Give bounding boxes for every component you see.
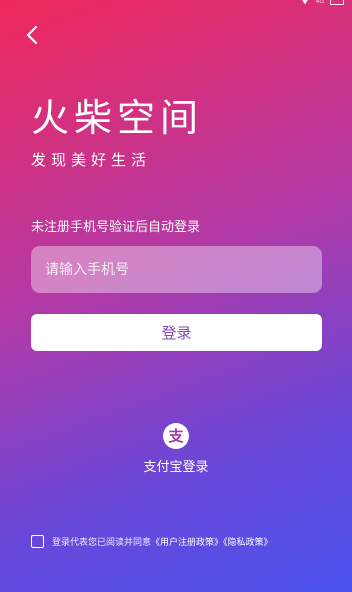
app-title: 火柴空间 <box>31 96 204 140</box>
network-label: 4G <box>315 0 324 5</box>
agreement-row: 登录代表您已阅读并同意《用户注册政策》《隐私政策》 <box>31 535 273 548</box>
login-hint: 未注册手机号验证后自动登录 <box>31 220 201 235</box>
agreement-text: 登录代表您已阅读并同意《用户注册政策》《隐私政策》 <box>52 535 273 548</box>
login-screen: 4G 火柴空间 发现美好生活 未注册手机号验证后自动登录 登录 支 支付宝登录 … <box>0 0 352 592</box>
phone-input[interactable] <box>31 246 322 293</box>
status-bar: 4G <box>0 0 352 8</box>
app-slogan: 发现美好生活 <box>31 151 152 169</box>
alipay-icon: 支 <box>163 423 189 449</box>
chevron-left-icon <box>26 25 38 45</box>
wifi-icon <box>300 0 310 5</box>
alipay-login-button[interactable]: 支 支付宝登录 <box>126 423 226 483</box>
login-button[interactable]: 登录 <box>31 314 322 351</box>
user-policy-link[interactable]: 《用户注册政策》 <box>151 538 223 548</box>
agreement-checkbox[interactable] <box>31 535 44 548</box>
agreement-prefix: 登录代表您已阅读并同意 <box>52 538 152 548</box>
privacy-policy-link[interactable]: 《隐私政策》 <box>223 538 273 548</box>
back-button[interactable] <box>20 22 46 48</box>
alipay-login-label: 支付宝登录 <box>143 460 209 475</box>
status-icons: 4G <box>300 0 344 5</box>
battery-icon <box>330 0 344 5</box>
alipay-glyph: 支 <box>168 426 184 445</box>
